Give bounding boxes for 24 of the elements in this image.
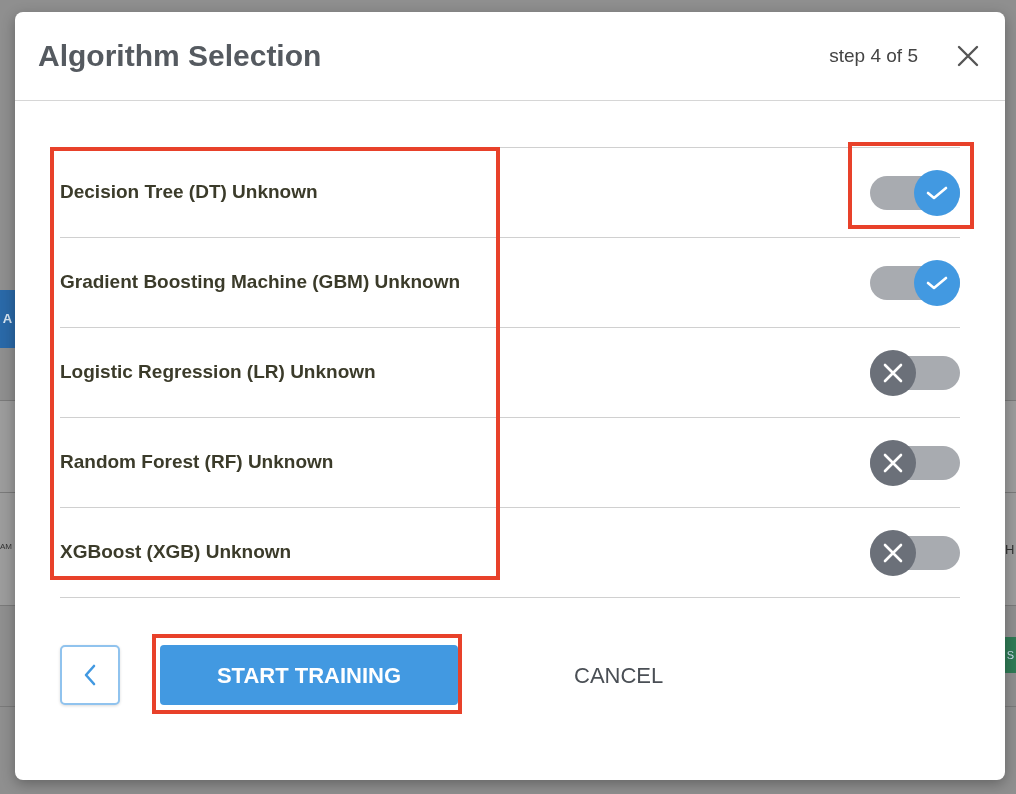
x-icon — [883, 452, 903, 473]
dialog-title: Algorithm Selection — [38, 38, 322, 74]
x-icon — [883, 542, 903, 563]
algorithm-label: XGBoost (XGB) Unknown — [60, 540, 292, 565]
checkmark-icon — [926, 274, 948, 291]
background-text-fragment: H — [1005, 541, 1016, 559]
algorithm-label: Logistic Regression (LR) Unknown — [60, 360, 376, 385]
x-icon — [883, 362, 903, 383]
algorithm-label: Decision Tree (DT) Unknown — [60, 180, 318, 205]
algorithm-label: Random Forest (RF) Unknown — [60, 450, 334, 475]
toggle-switch[interactable] — [870, 259, 960, 306]
chevron-left-icon — [83, 663, 97, 687]
background-badge-fragment: S — [1005, 637, 1016, 673]
toggle-switch[interactable] — [870, 349, 960, 396]
cancel-button[interactable]: CANCEL — [568, 657, 670, 693]
checkmark-icon — [926, 184, 948, 201]
algorithm-label: Gradient Boosting Machine (GBM) Unknown — [60, 270, 461, 295]
toggle-switch[interactable] — [870, 169, 960, 216]
toggle-switch[interactable] — [870, 529, 960, 576]
step-indicator: step 4 of 5 — [829, 43, 918, 68]
background-button-fragment: A — [0, 290, 15, 348]
background-text-fragment: AM — [0, 541, 13, 553]
toggle-switch[interactable] — [870, 439, 960, 486]
close-icon — [956, 44, 980, 69]
